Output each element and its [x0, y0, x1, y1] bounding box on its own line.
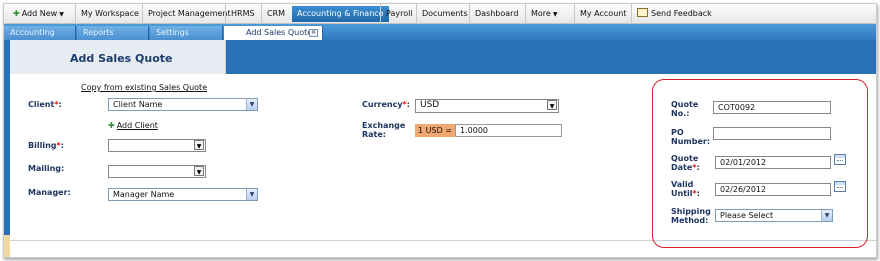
tab-accounting[interactable]: Accounting: [4, 26, 76, 40]
manager-label: Manager:: [28, 188, 71, 197]
client-select[interactable]: Client Name ▼: [108, 98, 258, 111]
feedback-icon: [637, 8, 648, 17]
po-label-line2: Number:: [671, 137, 711, 146]
shipping-method-select[interactable]: Please Select ▼: [715, 209, 833, 222]
currency-select-value: USD: [420, 100, 440, 110]
currency-label-text: Currency: [362, 100, 403, 109]
add-new-label: Add New: [21, 9, 58, 18]
shipping-method-value: Please Select: [720, 211, 774, 220]
nav-my-account[interactable]: My Account: [574, 4, 631, 24]
nav-project-management[interactable]: Project Management: [142, 4, 236, 24]
client-label-text: Client: [28, 100, 55, 109]
dropdown-arrow-icon: ▼: [194, 140, 204, 150]
nav-documents[interactable]: Documents: [416, 4, 473, 24]
currency-select[interactable]: USD ▼: [415, 99, 559, 113]
nav-hrms[interactable]: HRMS: [225, 4, 260, 24]
nav-send-feedback[interactable]: Send Feedback: [631, 4, 717, 24]
billing-label-text: Billing: [28, 141, 57, 150]
quote-no-label-line2: No.:: [671, 109, 690, 118]
dropdown-arrow-icon: ▼: [194, 166, 204, 176]
exchange-label-line1: Exchange: [362, 121, 406, 130]
nav-more[interactable]: More ▼: [525, 4, 562, 24]
quote-date-label-line1: Quote: [671, 154, 699, 163]
page-title: Add Sales Quote: [70, 52, 173, 65]
dropdown-arrow-icon: ▼: [821, 210, 832, 221]
add-client-link[interactable]: ✚ Add Client: [108, 121, 158, 130]
mailing-label: Mailing:: [28, 164, 65, 173]
valid-until-label: Valid Until*:: [671, 180, 700, 198]
billing-select[interactable]: ▼: [108, 139, 206, 152]
nav-my-workspace[interactable]: My Workspace: [75, 4, 144, 24]
manager-select[interactable]: Manager Name ▼: [108, 188, 258, 201]
po-number-input[interactable]: [713, 127, 831, 140]
po-number-label: PO Number:: [671, 128, 710, 146]
tab-add-sales-quote-label: Add Sales Quote: [246, 28, 313, 37]
dropdown-arrow-icon: ▼: [246, 189, 257, 200]
nav-accounting-finance[interactable]: Accounting & Finance: [292, 6, 389, 22]
tab-settings[interactable]: Settings: [150, 26, 223, 40]
quote-no-label-line1: Quote: [671, 100, 699, 109]
top-nav: ✚ Add New ▼ My Workspace Project Managemen…: [4, 4, 876, 24]
colon: :: [696, 189, 700, 198]
colon: :: [406, 100, 410, 109]
caret-icon: ▼: [59, 11, 64, 18]
send-feedback-label: Send Feedback: [651, 9, 712, 18]
add-new-menu[interactable]: ✚ Add New ▼: [8, 4, 69, 24]
dropdown-arrow-icon: ▼: [246, 99, 257, 110]
copy-quote-link[interactable]: Copy from existing Sales Quote: [81, 83, 207, 92]
nav-more-label: More: [531, 9, 551, 18]
dropdown-arrow-icon: ▼: [547, 100, 557, 110]
billing-label: Billing*:: [28, 141, 64, 150]
quote-date-input[interactable]: 02/01/2012: [715, 156, 831, 169]
currency-label: Currency*:: [362, 100, 410, 109]
quote-no-input[interactable]: COT0092: [713, 101, 831, 114]
colon: :: [58, 100, 62, 109]
plus-icon: ✚: [13, 9, 20, 18]
left-rail-accent: [4, 235, 10, 257]
calendar-icon[interactable]: [834, 154, 846, 165]
rate-prefix-badge: 1 USD =: [415, 124, 455, 137]
sub-tab-bar: Accounting Reports Settings Add Sales Qu…: [4, 24, 876, 40]
caret-icon: ▼: [552, 11, 558, 18]
valid-until-input[interactable]: 02/26/2012: [715, 183, 831, 196]
client-label: Client*:: [28, 100, 62, 109]
nav-crm[interactable]: CRM: [261, 4, 290, 24]
client-select-value: Client Name: [113, 100, 163, 109]
nav-dashboard[interactable]: Dashboard: [469, 4, 523, 24]
valid-until-label-line1: Valid: [671, 180, 694, 189]
quote-date-label-line2: Date: [671, 163, 693, 172]
colon: :: [696, 163, 700, 172]
shipping-label-line1: Shipping: [671, 207, 711, 216]
exchange-label-line2: Rate:: [362, 130, 387, 139]
app-window: ✚ Add New ▼ My Workspace Project Managemen…: [3, 3, 877, 258]
colon: :: [60, 141, 64, 150]
shipping-label-line2: Method:: [671, 216, 709, 225]
valid-until-label-line2: Until: [671, 189, 693, 198]
add-client-label: Add Client: [116, 121, 158, 130]
left-rail: [4, 74, 10, 257]
close-icon[interactable]: ✕: [309, 29, 318, 37]
quote-date-label: Quote Date*:: [671, 154, 700, 172]
plus-icon: ✚: [108, 121, 115, 130]
manager-select-value: Manager Name: [113, 190, 175, 199]
calendar-icon[interactable]: [834, 181, 846, 192]
mailing-select[interactable]: ▼: [108, 165, 206, 178]
exchange-rate-label: Exchange Rate:: [362, 121, 405, 139]
exchange-rate-input[interactable]: 1.0000: [455, 124, 562, 137]
shipping-method-label: Shipping Method:: [671, 207, 711, 225]
tab-add-sales-quote[interactable]: Add Sales Quote ✕: [224, 26, 323, 40]
quote-no-label: Quote No.:: [671, 100, 698, 118]
po-label-line1: PO: [671, 128, 684, 137]
nav-payroll[interactable]: Payroll: [380, 4, 418, 24]
tab-reports[interactable]: Reports: [77, 26, 149, 40]
